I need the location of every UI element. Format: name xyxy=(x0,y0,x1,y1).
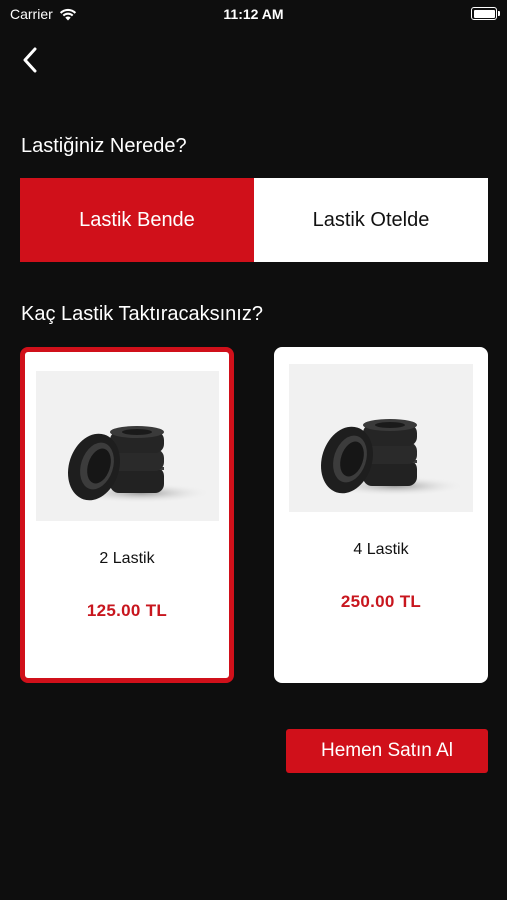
tires-stack-image xyxy=(289,364,473,512)
option-lastik-otelde[interactable]: Lastik Otelde xyxy=(254,178,488,262)
card-price: 125.00 TL xyxy=(86,601,168,620)
location-section-title: Lastiğiniz Nerede? xyxy=(21,135,187,157)
card-label: 4 Lastik xyxy=(353,541,409,558)
status-time: 11:12 AM xyxy=(223,6,284,22)
battery-icon xyxy=(471,7,500,20)
battery-level xyxy=(473,9,495,18)
tire-count-card-2[interactable]: 2 Lastik 125.00 TL xyxy=(20,347,234,683)
status-bar: Carrier 11:12 AM xyxy=(0,0,507,30)
buy-now-button[interactable]: Hemen Satın Al xyxy=(286,729,488,773)
back-button[interactable] xyxy=(16,44,44,76)
chevron-left-icon xyxy=(23,47,37,73)
tires-stack-image xyxy=(36,371,219,521)
option-lastik-bende[interactable]: Lastik Bende xyxy=(20,178,254,262)
card-label: 2 Lastik xyxy=(99,550,155,567)
location-segmented-control: Lastik Bende Lastik Otelde xyxy=(20,178,488,262)
card-price: 250.00 TL xyxy=(340,592,422,611)
tire-count-card-4[interactable]: 4 Lastik 250.00 TL xyxy=(274,347,488,683)
count-section-title: Kaç Lastik Taktıracaksınız? xyxy=(21,303,263,325)
